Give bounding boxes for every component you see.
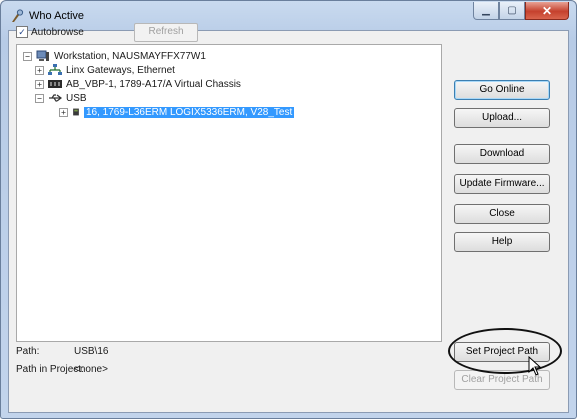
expand-icon[interactable]: + [35, 79, 44, 89]
update-firmware-button[interactable]: Update Firmware... [454, 174, 550, 194]
autobrowse-checkbox[interactable]: ✓ Autobrowse [16, 26, 84, 38]
minimize-button[interactable]: ▁ [473, 2, 499, 20]
close-window-button[interactable]: ✕ [525, 2, 569, 20]
tree-node-usb[interactable]: − USB [35, 91, 87, 105]
tree-label-chassis: AB_VBP-1, 1789-A17/A Virtual Chassis [66, 78, 241, 90]
tree-node-workstation[interactable]: − Workstation, NAUSMAYFFX77W1 [23, 49, 206, 63]
go-online-button[interactable]: Go Online [454, 80, 550, 100]
close-icon: ✕ [541, 3, 553, 18]
collapse-icon[interactable]: − [35, 93, 44, 103]
device-tree[interactable]: − Workstation, NAUSMAYFFX77W1 + Linx Gat… [16, 44, 442, 342]
minimize-icon: ▁ [482, 5, 490, 16]
upload-button[interactable]: Upload... [454, 108, 550, 128]
expand-icon[interactable]: + [35, 65, 44, 75]
path-label: Path: [16, 346, 40, 357]
autobrowse-label: Autobrowse [31, 26, 84, 38]
highlight-ellipse [448, 328, 562, 374]
tree-node-controller[interactable]: + 16, 1769-L36ERM LOGIX5336ERM, V28_Test [59, 105, 295, 119]
who-active-icon [12, 9, 24, 22]
maximize-button[interactable]: ▢ [499, 2, 525, 20]
tree-node-virtual-chassis[interactable]: + AB_VBP-1, 1789-A17/A Virtual Chassis [35, 77, 241, 91]
tree-label-controller: 16, 1769-L36ERM LOGIX5336ERM, V28_Test [84, 106, 295, 118]
tree-label-usb: USB [66, 92, 87, 104]
path-value: USB\16 [74, 346, 109, 357]
checkbox-checked-icon: ✓ [16, 26, 28, 38]
project-path-value: <none> [74, 364, 108, 375]
caption-buttons: ▁ ▢ ✕ [473, 2, 569, 21]
download-button[interactable]: Download [454, 144, 550, 164]
window-title: Who Active [29, 10, 85, 22]
mouse-cursor-icon [528, 356, 542, 376]
maximize-icon: ▢ [507, 5, 517, 16]
workstation-icon [36, 50, 49, 61]
expand-icon[interactable]: + [59, 107, 68, 117]
close-button[interactable]: Close [454, 204, 550, 224]
refresh-button[interactable]: Refresh [134, 23, 198, 42]
chassis-icon [48, 80, 62, 88]
tree-label-workstation: Workstation, NAUSMAYFFX77W1 [54, 50, 206, 62]
usb-icon [49, 94, 62, 102]
network-icon [48, 64, 62, 75]
collapse-icon[interactable]: − [23, 51, 32, 61]
tree-node-linx-gateways[interactable]: + Linx Gateways, Ethernet [35, 63, 175, 77]
title-bar[interactable]: Who Active ▁ ▢ ✕ [1, 1, 576, 31]
help-button[interactable]: Help [454, 232, 550, 252]
tree-label-linx: Linx Gateways, Ethernet [66, 64, 175, 76]
controller-icon [73, 108, 79, 116]
